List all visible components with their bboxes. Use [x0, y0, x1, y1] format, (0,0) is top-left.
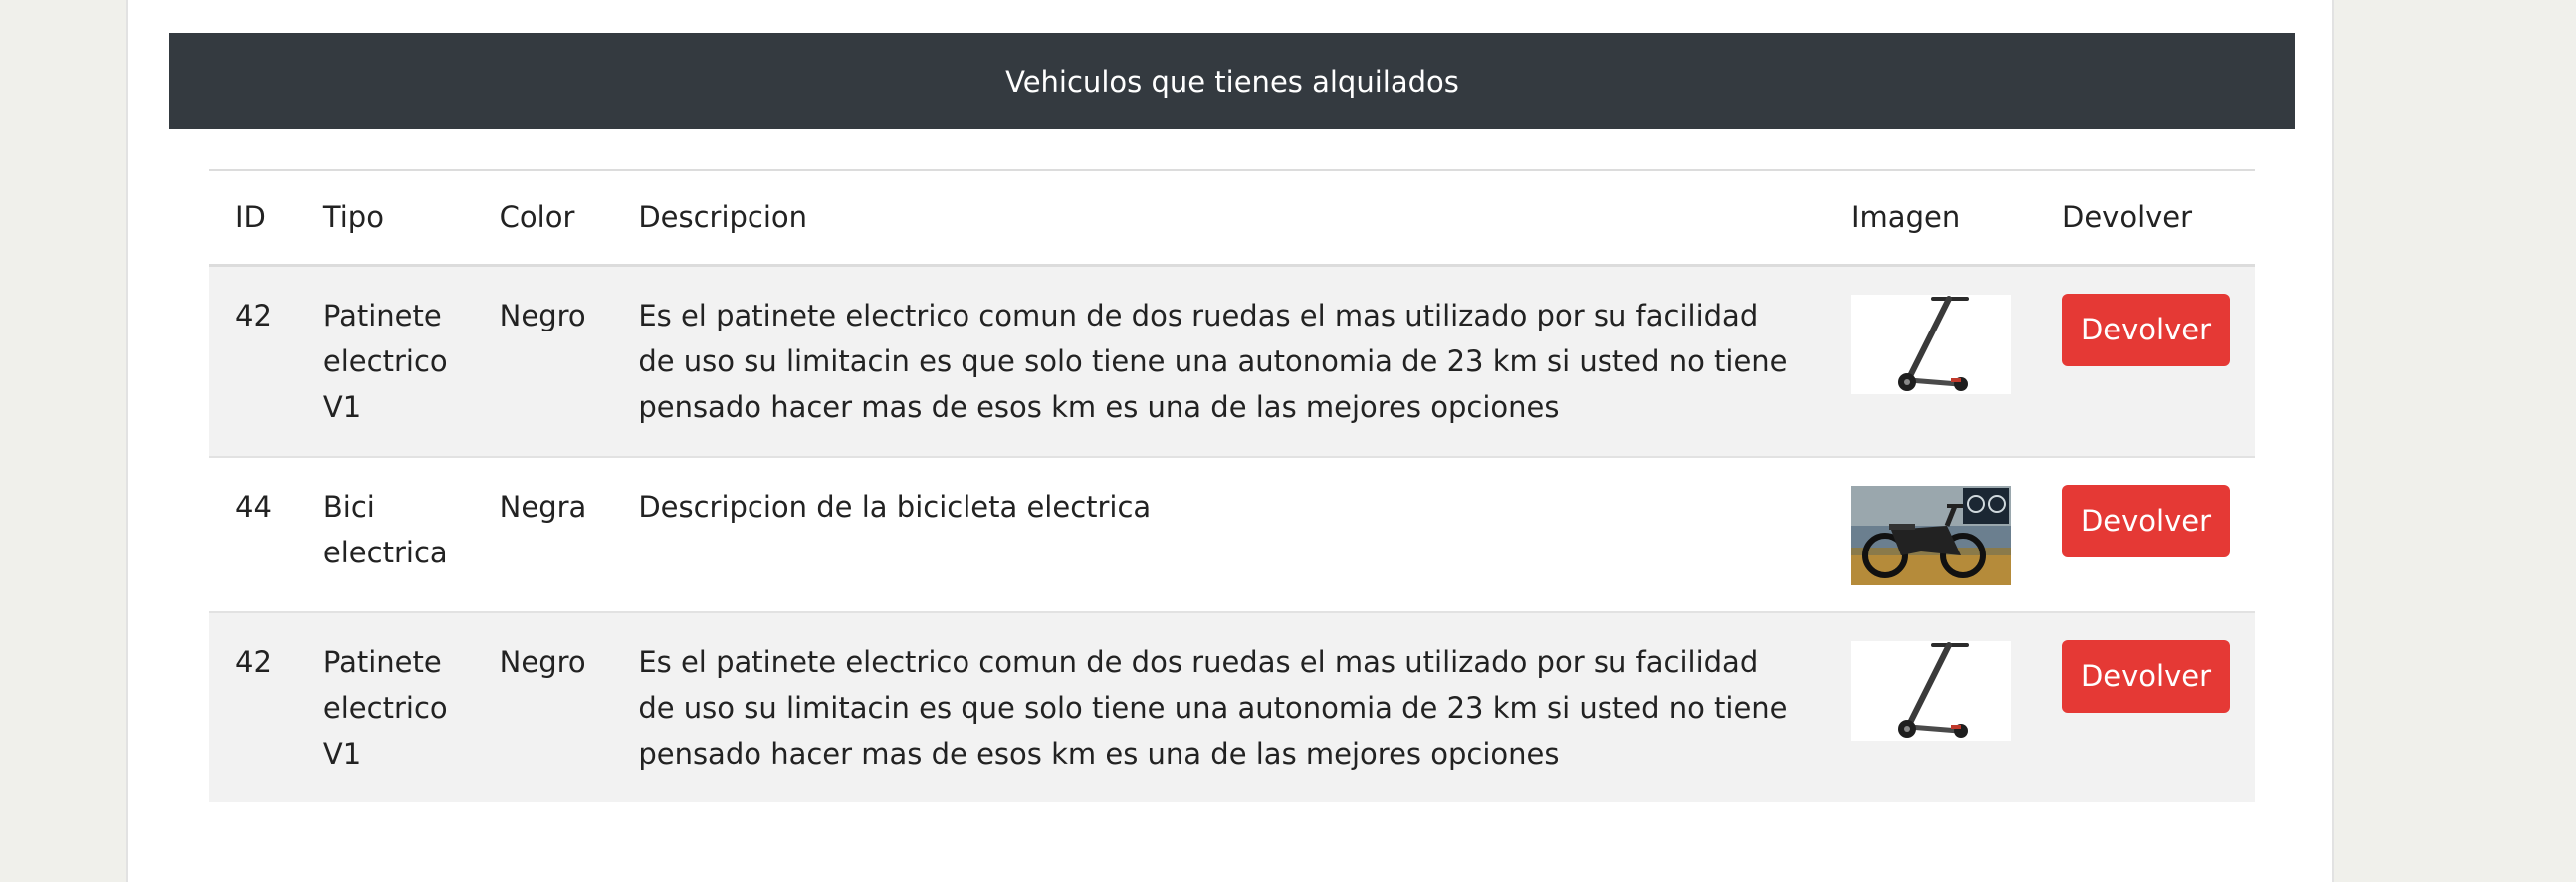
cell-descripcion: Descripcion de la bicicleta electrica: [638, 489, 1152, 524]
cell-tipo: Patinete electrico V1: [322, 298, 448, 424]
rented-vehicles-table: ID Tipo Color Descripcion Imagen Devolve…: [209, 169, 2255, 802]
cell-imagen: [1825, 265, 2037, 457]
column-header-tipo: Tipo: [322, 200, 384, 235]
cell-descripcion: Es el patinete electrico comun de dos ru…: [638, 298, 1788, 424]
scooter-icon: [1851, 640, 2011, 741]
devolver-button[interactable]: Devolver: [2062, 639, 2230, 713]
table-header: ID Tipo Color Descripcion Imagen Devolve…: [209, 170, 2255, 265]
cell-imagen: [1825, 612, 2037, 802]
scooter-icon: [1851, 294, 2011, 394]
cell-actions: Devolver: [2037, 457, 2255, 612]
ebike-icon: [1851, 485, 2011, 585]
ebike-image: [1851, 485, 2011, 585]
cell-color: Negra: [499, 489, 587, 524]
table-row: 42 Patinete electrico V1 Negro Es el pat…: [209, 265, 2255, 457]
column-header-devolver: Devolver: [2062, 200, 2193, 235]
column-header-imagen: Imagen: [1851, 200, 1961, 235]
devolver-button[interactable]: Devolver: [2062, 293, 2230, 366]
table-body: 42 Patinete electrico V1 Negro Es el pat…: [209, 265, 2255, 802]
cell-id: 42: [235, 298, 272, 332]
content-panel: Vehiculos que tienes alquilados ID Tipo …: [126, 0, 2334, 882]
column-header-id: ID: [235, 200, 266, 235]
cell-tipo: Bici electrica: [322, 489, 448, 569]
column-header-color: Color: [499, 200, 575, 235]
cell-id: 42: [235, 644, 272, 679]
table-row: 44 Bici electrica Negra Descripcion de l…: [209, 457, 2255, 612]
cell-color: Negro: [499, 644, 586, 679]
cell-descripcion: Es el patinete electrico comun de dos ru…: [638, 644, 1788, 771]
scooter-image: [1851, 294, 2011, 394]
column-header-descripcion: Descripcion: [638, 200, 808, 235]
devolver-button[interactable]: Devolver: [2062, 484, 2230, 557]
scooter-image: [1851, 640, 2011, 741]
cell-imagen: [1825, 457, 2037, 612]
cell-tipo: Patinete electrico V1: [322, 644, 448, 771]
cell-actions: Devolver: [2037, 265, 2255, 457]
cell-id: 44: [235, 489, 272, 524]
cell-color: Negro: [499, 298, 586, 332]
table-header-row: ID Tipo Color Descripcion Imagen Devolve…: [209, 170, 2255, 265]
table-row: 42 Patinete electrico V1 Negro Es el pat…: [209, 611, 2255, 802]
cell-actions: Devolver: [2037, 612, 2255, 802]
page-title: Vehiculos que tienes alquilados: [169, 33, 2295, 129]
